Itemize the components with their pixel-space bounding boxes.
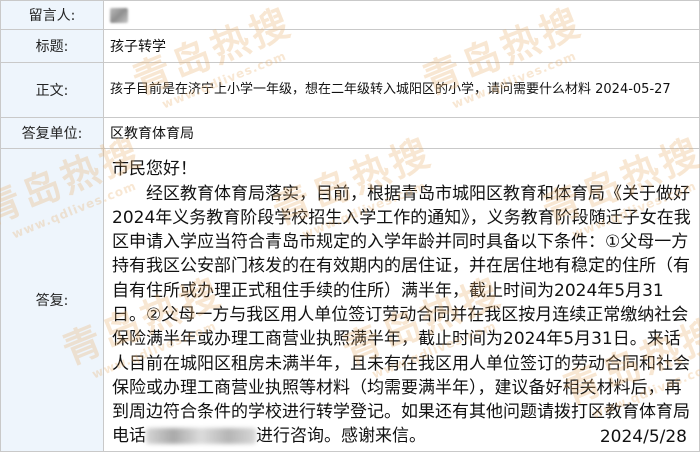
reply-date: 2024/5/28 <box>599 427 687 447</box>
author-label: 留言人: <box>0 0 104 30</box>
reply-label: 答复: <box>0 148 104 452</box>
reply-unit-value: 区教育体育局 <box>103 117 700 149</box>
reply-unit-row: 答复单位: 区教育体育局 <box>0 117 700 149</box>
message-detail-table: 留言人: 标题: 孩子转学 正文: 孩子目前是在济宁上小学一年级，想在二年级转入… <box>0 0 700 452</box>
reply-text: 市民您好！ 经区教育体育局落实，目前，根据青岛市城阳区教育和体育局《关于做好20… <box>112 157 691 449</box>
reply-greeting: 市民您好！ <box>112 159 197 180</box>
reply-unit-label: 答复单位: <box>0 117 104 149</box>
author-row: 留言人: <box>0 0 700 30</box>
title-value: 孩子转学 <box>103 29 700 63</box>
reply-content: 市民您好！ 经区教育体育局落实，目前，根据青岛市城阳区教育和体育局《关于做好20… <box>103 148 700 452</box>
author-value <box>103 0 700 30</box>
title-label: 标题: <box>0 29 104 63</box>
title-row: 标题: 孩子转学 <box>0 29 700 63</box>
reply-paragraph: 经区教育体育局落实，目前，根据青岛市城阳区教育和体育局《关于做好2024年义务教… <box>112 182 691 449</box>
body-label: 正文: <box>0 62 104 118</box>
reply-row: 答复: 市民您好！ 经区教育体育局落实，目前，根据青岛市城阳区教育和体育局《关于… <box>0 148 700 452</box>
phone-redacted <box>146 428 256 445</box>
reply-closing: 进行咨询。感谢来信。 <box>256 426 426 447</box>
reply-body: 经区教育体育局落实，目前，根据青岛市城阳区教育和体育局《关于做好2024年义务教… <box>112 183 691 447</box>
body-value: 孩子目前是在济宁上小学一年级，想在二年级转入城阳区的小学，请问需要什么材料 20… <box>103 62 700 118</box>
author-redacted <box>110 7 128 23</box>
body-row: 正文: 孩子目前是在济宁上小学一年级，想在二年级转入城阳区的小学，请问需要什么材… <box>0 62 700 118</box>
